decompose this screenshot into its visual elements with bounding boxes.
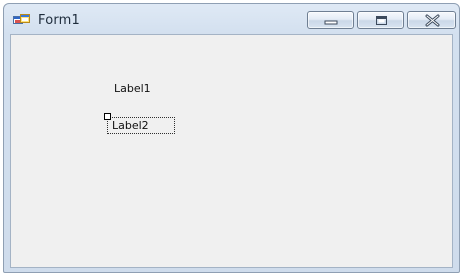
close-button[interactable] — [407, 11, 456, 29]
label2-text: Label2 — [112, 119, 149, 132]
form-client-area[interactable]: Label1 Label2 — [10, 34, 453, 268]
form-icon — [13, 13, 30, 27]
grab-handle[interactable] — [104, 113, 111, 120]
minimize-button[interactable] — [307, 11, 354, 29]
label2-selected[interactable]: Label2 — [104, 113, 175, 134]
close-icon — [425, 14, 440, 27]
maximize-icon — [376, 16, 387, 25]
title-bar[interactable]: Form1 — [4, 4, 459, 34]
window-title: Form1 — [38, 13, 81, 28]
maximize-button[interactable] — [357, 11, 404, 29]
label1[interactable]: Label1 — [114, 82, 151, 95]
form-window: Form1 Label1 Label2 — [3, 3, 460, 273]
minimize-icon — [324, 20, 338, 25]
